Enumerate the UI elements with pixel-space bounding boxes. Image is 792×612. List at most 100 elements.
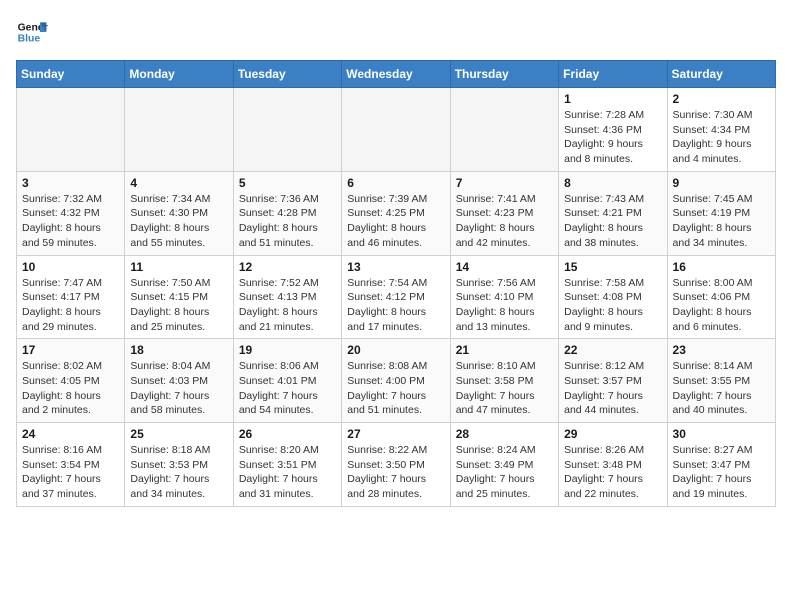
day-info: Sunrise: 7:56 AMSunset: 4:10 PMDaylight:…: [456, 276, 553, 335]
calendar-cell: 13 Sunrise: 7:54 AMSunset: 4:12 PMDayligh…: [342, 255, 450, 339]
calendar-week-3: 10 Sunrise: 7:47 AMSunset: 4:17 PMDayligh…: [17, 255, 776, 339]
calendar-cell: 4 Sunrise: 7:34 AMSunset: 4:30 PMDaylight…: [125, 171, 233, 255]
calendar-cell: 28 Sunrise: 8:24 AMSunset: 3:49 PMDayligh…: [450, 423, 558, 507]
day-info: Sunrise: 7:30 AMSunset: 4:34 PMDaylight:…: [673, 108, 770, 167]
day-info: Sunrise: 8:20 AMSunset: 3:51 PMDaylight:…: [239, 443, 336, 502]
day-number: 23: [673, 343, 770, 357]
day-number: 26: [239, 427, 336, 441]
day-info: Sunrise: 7:47 AMSunset: 4:17 PMDaylight:…: [22, 276, 119, 335]
day-info: Sunrise: 7:50 AMSunset: 4:15 PMDaylight:…: [130, 276, 227, 335]
day-number: 28: [456, 427, 553, 441]
calendar-cell: 14 Sunrise: 7:56 AMSunset: 4:10 PMDayligh…: [450, 255, 558, 339]
calendar-cell: 9 Sunrise: 7:45 AMSunset: 4:19 PMDaylight…: [667, 171, 775, 255]
day-info: Sunrise: 8:02 AMSunset: 4:05 PMDaylight:…: [22, 359, 119, 418]
calendar-cell: 27 Sunrise: 8:22 AMSunset: 3:50 PMDayligh…: [342, 423, 450, 507]
day-info: Sunrise: 8:12 AMSunset: 3:57 PMDaylight:…: [564, 359, 661, 418]
calendar-cell: 17Sunrise: 8:02 AMSunset: 4:05 PMDayligh…: [17, 339, 125, 423]
day-info: Sunrise: 8:16 AMSunset: 3:54 PMDaylight:…: [22, 443, 119, 502]
logo-icon: General Blue: [16, 16, 48, 48]
day-info: Sunrise: 7:32 AMSunset: 4:32 PMDaylight:…: [22, 192, 119, 251]
calendar-cell: 29 Sunrise: 8:26 AMSunset: 3:48 PMDayligh…: [559, 423, 667, 507]
calendar-cell: 30 Sunrise: 8:27 AMSunset: 3:47 PMDayligh…: [667, 423, 775, 507]
calendar-cell: 25 Sunrise: 8:18 AMSunset: 3:53 PMDayligh…: [125, 423, 233, 507]
day-info: Sunrise: 7:58 AMSunset: 4:08 PMDaylight:…: [564, 276, 661, 335]
weekday-header-tuesday: Tuesday: [233, 61, 341, 88]
calendar-cell: 21 Sunrise: 8:10 AMSunset: 3:58 PMDayligh…: [450, 339, 558, 423]
day-number: 13: [347, 260, 444, 274]
calendar-cell: 15Sunrise: 7:58 AMSunset: 4:08 PMDayligh…: [559, 255, 667, 339]
calendar-cell: 8 Sunrise: 7:43 AMSunset: 4:21 PMDaylight…: [559, 171, 667, 255]
day-info: Sunrise: 8:14 AMSunset: 3:55 PMDaylight:…: [673, 359, 770, 418]
day-info: Sunrise: 7:52 AMSunset: 4:13 PMDaylight:…: [239, 276, 336, 335]
calendar-cell: 7 Sunrise: 7:41 AMSunset: 4:23 PMDaylight…: [450, 171, 558, 255]
day-info: Sunrise: 8:18 AMSunset: 3:53 PMDaylight:…: [130, 443, 227, 502]
calendar-cell: 26 Sunrise: 8:20 AMSunset: 3:51 PMDayligh…: [233, 423, 341, 507]
day-info: Sunrise: 8:22 AMSunset: 3:50 PMDaylight:…: [347, 443, 444, 502]
day-info: Sunrise: 8:00 AMSunset: 4:06 PMDaylight:…: [673, 276, 770, 335]
day-number: 12: [239, 260, 336, 274]
day-number: 7: [456, 176, 553, 190]
calendar-cell: 1 Sunrise: 7:28 AMSunset: 4:36 PMDaylight…: [559, 88, 667, 172]
day-number: 30: [673, 427, 770, 441]
day-info: Sunrise: 7:54 AMSunset: 4:12 PMDaylight:…: [347, 276, 444, 335]
day-number: 14: [456, 260, 553, 274]
day-number: 2: [673, 92, 770, 106]
day-info: Sunrise: 8:26 AMSunset: 3:48 PMDaylight:…: [564, 443, 661, 502]
weekday-header-thursday: Thursday: [450, 61, 558, 88]
calendar-cell: 11 Sunrise: 7:50 AMSunset: 4:15 PMDayligh…: [125, 255, 233, 339]
calendar-cell: 6 Sunrise: 7:39 AMSunset: 4:25 PMDaylight…: [342, 171, 450, 255]
calendar-cell: 22 Sunrise: 8:12 AMSunset: 3:57 PMDayligh…: [559, 339, 667, 423]
day-number: 29: [564, 427, 661, 441]
calendar-cell: [17, 88, 125, 172]
day-number: 19: [239, 343, 336, 357]
day-number: 9: [673, 176, 770, 190]
day-info: Sunrise: 8:08 AMSunset: 4:00 PMDaylight:…: [347, 359, 444, 418]
day-number: 6: [347, 176, 444, 190]
day-info: Sunrise: 7:39 AMSunset: 4:25 PMDaylight:…: [347, 192, 444, 251]
calendar-cell: 19 Sunrise: 8:06 AMSunset: 4:01 PMDayligh…: [233, 339, 341, 423]
day-info: Sunrise: 7:45 AMSunset: 4:19 PMDaylight:…: [673, 192, 770, 251]
calendar-cell: 23 Sunrise: 8:14 AMSunset: 3:55 PMDayligh…: [667, 339, 775, 423]
day-number: 8: [564, 176, 661, 190]
calendar-cell: 12 Sunrise: 7:52 AMSunset: 4:13 PMDayligh…: [233, 255, 341, 339]
day-info: Sunrise: 8:10 AMSunset: 3:58 PMDaylight:…: [456, 359, 553, 418]
calendar-cell: 3Sunrise: 7:32 AMSunset: 4:32 PMDaylight…: [17, 171, 125, 255]
weekday-header-monday: Monday: [125, 61, 233, 88]
calendar-cell: 10 Sunrise: 7:47 AMSunset: 4:17 PMDayligh…: [17, 255, 125, 339]
day-info: Sunrise: 8:27 AMSunset: 3:47 PMDaylight:…: [673, 443, 770, 502]
calendar-cell: [233, 88, 341, 172]
day-number: 4: [130, 176, 227, 190]
day-info: Sunrise: 8:06 AMSunset: 4:01 PMDaylight:…: [239, 359, 336, 418]
day-number: 22: [564, 343, 661, 357]
logo: General Blue: [16, 16, 52, 48]
calendar-cell: [125, 88, 233, 172]
day-info: Sunrise: 7:34 AMSunset: 4:30 PMDaylight:…: [130, 192, 227, 251]
header: General Blue: [16, 16, 776, 48]
calendar-cell: 5 Sunrise: 7:36 AMSunset: 4:28 PMDaylight…: [233, 171, 341, 255]
calendar-cell: [450, 88, 558, 172]
day-info: Sunrise: 7:28 AMSunset: 4:36 PMDaylight:…: [564, 108, 661, 167]
day-number: 5: [239, 176, 336, 190]
day-number: 21: [456, 343, 553, 357]
calendar-cell: 20 Sunrise: 8:08 AMSunset: 4:00 PMDayligh…: [342, 339, 450, 423]
calendar-week-4: 17Sunrise: 8:02 AMSunset: 4:05 PMDayligh…: [17, 339, 776, 423]
day-number: 16: [673, 260, 770, 274]
svg-text:Blue: Blue: [18, 34, 41, 45]
day-number: 20: [347, 343, 444, 357]
day-number: 27: [347, 427, 444, 441]
day-info: Sunrise: 7:43 AMSunset: 4:21 PMDaylight:…: [564, 192, 661, 251]
calendar-week-2: 3Sunrise: 7:32 AMSunset: 4:32 PMDaylight…: [17, 171, 776, 255]
calendar-cell: 18Sunrise: 8:04 AMSunset: 4:03 PMDayligh…: [125, 339, 233, 423]
weekday-header-sunday: Sunday: [17, 61, 125, 88]
day-number: 25: [130, 427, 227, 441]
calendar-cell: [342, 88, 450, 172]
calendar-week-1: 1 Sunrise: 7:28 AMSunset: 4:36 PMDaylight…: [17, 88, 776, 172]
day-number: 1: [564, 92, 661, 106]
day-number: 10: [22, 260, 119, 274]
day-number: 24: [22, 427, 119, 441]
day-number: 11: [130, 260, 227, 274]
weekday-header-saturday: Saturday: [667, 61, 775, 88]
day-info: Sunrise: 8:24 AMSunset: 3:49 PMDaylight:…: [456, 443, 553, 502]
day-info: Sunrise: 7:36 AMSunset: 4:28 PMDaylight:…: [239, 192, 336, 251]
day-info: Sunrise: 7:41 AMSunset: 4:23 PMDaylight:…: [456, 192, 553, 251]
